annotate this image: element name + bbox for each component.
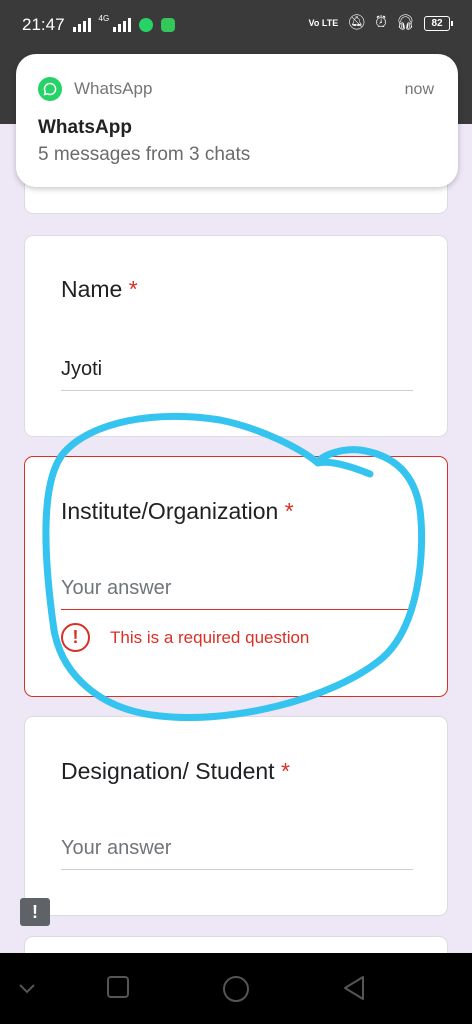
designation-input[interactable]: Your answer xyxy=(61,837,413,870)
signal-icon xyxy=(72,18,91,32)
whatsapp-icon xyxy=(139,18,154,32)
question-title-text: Institute/Organization xyxy=(61,498,279,524)
name-input[interactable]: Jyoti xyxy=(61,358,413,391)
navigation-bar xyxy=(0,953,472,1024)
whatsapp-notification[interactable]: WhatsApp now WhatsApp 5 messages from 3 … xyxy=(16,54,458,187)
notification-title: WhatsApp xyxy=(38,117,132,138)
required-marker: * xyxy=(284,498,294,524)
required-marker: * xyxy=(280,758,290,784)
error-message: ! This is a required question xyxy=(61,623,309,652)
status-left: 21:47 4G xyxy=(22,14,176,35)
battery-icon: 82 xyxy=(424,15,453,31)
question-title-text: Name xyxy=(61,276,123,302)
question-title-designation: Designation/ Student * xyxy=(61,758,290,785)
error-text: This is a required question xyxy=(110,627,310,647)
signal-icon-2 xyxy=(113,18,132,32)
status-time: 21:47 xyxy=(22,15,65,34)
notification-time: now xyxy=(404,81,434,98)
home-icon[interactable] xyxy=(222,975,250,1003)
question-title-text: Designation/ Student xyxy=(61,758,275,784)
required-marker: * xyxy=(128,276,138,302)
mute-icon: 🔕︎ xyxy=(347,14,367,31)
network-tag: 4G xyxy=(98,14,110,23)
notification-body: 5 messages from 3 chats xyxy=(38,144,251,165)
notification-app-name: WhatsApp xyxy=(74,79,153,98)
status-row: 21:47 4G Vo LTE 🔕︎ ⏰︎ 🎧︎ 82 xyxy=(0,0,472,54)
question-title-institute: Institute/Organization * xyxy=(61,498,294,525)
feedback-icon[interactable]: ! xyxy=(20,898,50,926)
alarm-icon: ⏰︎ xyxy=(375,14,387,31)
question-card-designation: Designation/ Student * Your answer xyxy=(24,716,448,916)
app-icon xyxy=(161,18,176,32)
question-title-name: Name * xyxy=(61,276,138,303)
headphones-icon: 🎧︎ xyxy=(395,14,415,31)
notification-header: WhatsApp xyxy=(38,77,152,101)
chevron-down-icon[interactable] xyxy=(18,983,36,995)
whatsapp-icon xyxy=(38,77,62,101)
institute-input[interactable]: Your answer xyxy=(61,577,413,610)
recents-icon[interactable] xyxy=(106,975,130,999)
volte-icon: Vo LTE xyxy=(308,17,339,28)
error-icon: ! xyxy=(61,623,90,652)
question-card-institute: Institute/Organization * Your answer ! T… xyxy=(24,456,448,697)
question-card-name: Name * Jyoti xyxy=(24,235,448,437)
status-right: Vo LTE 🔕︎ ⏰︎ 🎧︎ 82 xyxy=(308,14,453,31)
back-icon[interactable] xyxy=(342,975,366,1001)
